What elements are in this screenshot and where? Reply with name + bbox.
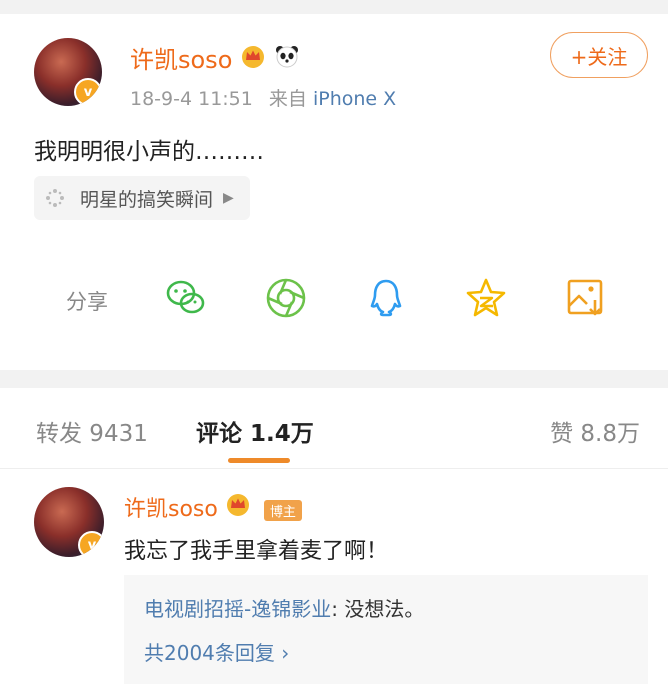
comment-text: 我忘了我手里拿着麦了啊！: [124, 539, 389, 564]
qzone-icon[interactable]: [464, 276, 508, 320]
crown-icon: [226, 494, 249, 516]
post-content: 我明明很小声的………: [34, 139, 264, 165]
qq-icon[interactable]: [364, 276, 408, 320]
reply-text: : 没想法。: [331, 597, 425, 621]
comment-item: v 许凯soso 博主 我忘了我手里拿着麦了啊！ 电视剧招摇-逸锦影业: 没想法…: [0, 469, 668, 684]
save-image-icon[interactable]: [564, 276, 608, 320]
verified-badge: v: [74, 78, 102, 106]
panda-icon: [275, 46, 298, 68]
post-author-name[interactable]: 许凯soso: [130, 46, 232, 74]
post-card: v 许凯soso 18-9-4 11:51 来自 iPhone X +关注 我明…: [0, 14, 668, 370]
tab-comments[interactable]: 评论 1.4万: [196, 414, 314, 448]
post-avatar[interactable]: v: [34, 38, 102, 106]
topic-label: 明星的搞笑瞬间: [80, 188, 214, 211]
comment-author[interactable]: 许凯soso 博主: [124, 491, 302, 523]
tab-likes[interactable]: 赞 8.8万: [550, 414, 640, 448]
wechat-icon[interactable]: [164, 276, 208, 320]
reply-line: 电视剧招摇-逸锦影业: 没想法。: [144, 593, 424, 622]
follow-button[interactable]: +关注: [550, 32, 648, 78]
reply-author[interactable]: 电视剧招摇-逸锦影业: [144, 597, 331, 621]
post-time: 18-9-4 11:51: [130, 88, 253, 110]
crown-icon: [242, 46, 265, 68]
post-meta: 18-9-4 11:51 来自 iPhone X: [130, 84, 396, 111]
top-gap: [0, 0, 668, 14]
moments-icon[interactable]: [264, 276, 308, 320]
post-author[interactable]: 许凯soso: [130, 40, 300, 75]
chevron-right-icon: ▶: [223, 190, 234, 206]
sparkle-icon: [46, 189, 64, 207]
verified-badge: v: [78, 531, 104, 557]
more-replies-link[interactable]: 共2004条回复 ›: [144, 637, 289, 666]
section-gap: [0, 370, 668, 388]
tab-reposts[interactable]: 转发 9431: [36, 414, 148, 448]
source-prefix: 来自: [268, 88, 307, 110]
post-source[interactable]: iPhone X: [313, 88, 396, 110]
topic-chip[interactable]: 明星的搞笑瞬间 ▶: [34, 176, 250, 220]
host-badge: 博主: [263, 499, 302, 521]
comment-author-name[interactable]: 许凯soso: [124, 497, 218, 522]
comment-avatar[interactable]: v: [34, 487, 104, 557]
share-label: 分享: [66, 290, 108, 314]
reply-box[interactable]: 电视剧招摇-逸锦影业: 没想法。 共2004条回复 ›: [124, 575, 648, 684]
tab-bar: 转发 9431 评论 1.4万 赞 8.8万: [0, 388, 668, 469]
active-tab-indicator: [228, 458, 290, 463]
share-row: 分享: [0, 270, 668, 330]
